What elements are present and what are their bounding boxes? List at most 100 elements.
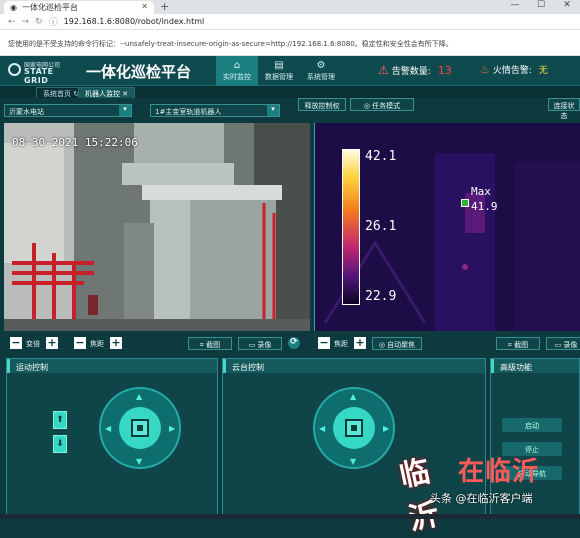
snapshot-button[interactable]: ⌗ 截图 [188, 337, 232, 350]
monitor-icon: ⌂ [233, 60, 241, 71]
ir-focus-out-button[interactable]: − [318, 337, 330, 349]
unsupported-flag-warning: 您使用的是不受支持的命令行标记：--unsafely-treat-insecur… [0, 30, 580, 56]
tab-label: 机器人监控 [85, 90, 120, 98]
main-nav: ⌂ 实时监控 ▤ 数据管理 ⚙ 系统管理 [216, 56, 342, 86]
fire-value: 无 [538, 66, 548, 76]
tab-robot-monitor[interactable]: 机器人监控 ✕ [78, 87, 136, 98]
close-window-icon[interactable]: ✕ [554, 0, 580, 10]
scale-max-label: 42.1 [365, 149, 397, 164]
zoom-out-button[interactable]: − [10, 337, 22, 349]
forward-icon[interactable]: → [22, 17, 30, 27]
temperature-colorbar [342, 149, 360, 305]
new-tab-icon[interactable]: + [160, 0, 169, 13]
release-control-button[interactable]: 释放控制权 [298, 98, 346, 111]
tab-label: 系统首页 [43, 90, 71, 98]
transformer-scene [4, 123, 310, 331]
ir-record-label: 录像 [563, 341, 578, 349]
camera-timestamp: 08-30-2021 15:22:06 [12, 136, 138, 149]
state-grid-logo: 国家电网公司 STATE GRID [8, 60, 80, 85]
clipboard-icon: ▤ [274, 60, 284, 71]
fire-label: 火情告警: [492, 66, 532, 76]
focus-in-button[interactable]: + [110, 337, 122, 349]
alarm-label: 告警数量: [391, 66, 431, 77]
url-text[interactable]: 192.168.1.6:8080/robot/index.html [64, 17, 205, 26]
close-tab-icon[interactable]: ✕ [141, 2, 148, 11]
record-button[interactable]: ▭ 录像 [238, 337, 282, 350]
alarm-count[interactable]: ⚠ 告警数量: 13 [378, 63, 452, 77]
video-icon: ▭ [554, 341, 562, 349]
control-bar: 沂蒙水电站 ▾ 1#主变室轨道机器人 ▾ 释放控制权 ◎ 任务模式 连接状态 [0, 98, 580, 122]
camera-toolbar: − 变倍 + − 焦距 + ⌗ 截图 ▭ 录像 ⟳ − 焦距 + ◎ 自动聚焦 … [0, 334, 580, 354]
scale-min-label: 22.9 [365, 289, 397, 304]
back-icon[interactable]: ← [8, 17, 16, 27]
move-up-button[interactable]: ⬆ [53, 411, 67, 429]
reload-icon[interactable]: ↻ [35, 17, 43, 27]
zoom-in-button[interactable]: + [46, 337, 58, 349]
arrow-right-icon[interactable]: ▶ [169, 424, 175, 433]
visible-camera-view[interactable]: 08-30-2021 15:22:06 [4, 123, 310, 331]
thermal-camera-view[interactable]: 42.1 26.1 22.9 Max 41.9 [314, 123, 580, 331]
ir-snapshot-button[interactable]: ⌗ 截图 [496, 337, 540, 350]
robot-select[interactable]: 1#主变室轨道机器人 ▾ [150, 104, 280, 117]
globe-icon: ◉ [10, 3, 17, 12]
station-select[interactable]: 沂蒙水电站 ▾ [4, 104, 132, 117]
ir-focus-in-button[interactable]: + [354, 337, 366, 349]
nav-data-management[interactable]: ▤ 数据管理 [258, 56, 300, 86]
fire-alarm[interactable]: ♨ 火情告警: 无 [480, 63, 548, 76]
page-tabs: 系统首页 ↻ 机器人监控 ✕ [0, 86, 580, 98]
task-mode-button[interactable]: ◎ 任务模式 [350, 98, 414, 111]
arrow-left-icon[interactable]: ◀ [105, 424, 111, 433]
motion-dpad[interactable]: ▲ ▼ ◀ ▶ [99, 387, 181, 469]
minimize-icon[interactable]: — [502, 0, 528, 10]
flame-icon: ♨ [480, 63, 490, 76]
autofocus-button[interactable]: ◎ 自动聚焦 [372, 337, 422, 350]
arrow-left-icon[interactable]: ◀ [319, 424, 325, 433]
nav-label: 系统管理 [307, 73, 335, 81]
alarm-value: 13 [437, 63, 452, 77]
browser-chrome: ◉ 一体化巡检平台 ✕ + — ☐ ✕ ← → ↻ ⓘ 192.168.1.6:… [0, 0, 580, 30]
video-icon: ▭ [248, 341, 256, 349]
arrow-up-icon[interactable]: ▲ [350, 392, 356, 401]
arrow-up-icon[interactable]: ▲ [136, 392, 142, 401]
target-icon: ◎ [378, 341, 385, 349]
autofocus-label: 自动聚焦 [387, 341, 416, 349]
chevron-down-icon[interactable]: ▾ [119, 105, 131, 116]
close-icon[interactable]: ✕ [122, 90, 128, 98]
nav-realtime-monitor[interactable]: ⌂ 实时监控 [216, 56, 258, 86]
task-mode-label: 任务模式 [372, 102, 401, 110]
browser-tab[interactable]: ◉ 一体化巡检平台 ✕ [4, 1, 154, 14]
state-grid-emblem-icon [8, 63, 21, 76]
start-button[interactable]: 启动 [502, 418, 562, 432]
address-bar[interactable]: ← → ↻ ⓘ 192.168.1.6:8080/robot/index.htm… [0, 14, 580, 30]
logo-text-en: STATE GRID [24, 67, 54, 85]
arrow-down-icon[interactable]: ▼ [350, 457, 356, 466]
motion-control-panel: 运动控制 ⬆ ⬇ ▲ ▼ ◀ ▶ [6, 358, 218, 519]
arrow-down-icon[interactable]: ▼ [136, 457, 142, 466]
zoom-label: 变倍 [26, 340, 40, 348]
warning-triangle-icon: ⚠ [378, 63, 389, 77]
crop-icon: ⌗ [199, 341, 204, 349]
taskbar [0, 514, 580, 519]
move-down-button[interactable]: ⬇ [53, 435, 67, 453]
arrow-right-icon[interactable]: ▶ [383, 424, 389, 433]
ir-record-button[interactable]: ▭ 录像 [546, 337, 580, 350]
info-icon[interactable]: ⓘ [49, 15, 58, 28]
app-header: 国家电网公司 STATE GRID 一体化巡检平台 ⌂ 实时监控 ▤ 数据管理 … [0, 56, 580, 86]
stop-button[interactable] [345, 419, 363, 437]
sync-icon[interactable]: ⟳ [288, 337, 300, 349]
connection-status: 连接状态 [548, 98, 580, 120]
app-title: 一体化巡检平台 [86, 63, 192, 81]
ptz-dpad[interactable]: ▲ ▼ ◀ ▶ [313, 387, 395, 469]
focus-label: 焦距 [90, 340, 104, 348]
nav-system-management[interactable]: ⚙ 系统管理 [300, 56, 342, 86]
panel-title: 高级功能 [491, 359, 579, 373]
watermark-site: 在临沂 [458, 457, 540, 487]
focus-out-button[interactable]: − [74, 337, 86, 349]
target-icon: ◎ [363, 102, 370, 110]
maximize-icon[interactable]: ☐ [528, 0, 554, 10]
stop-button[interactable] [131, 419, 149, 437]
dpad-center [119, 407, 161, 449]
max-value: 41.9 [471, 200, 498, 213]
nav-label: 数据管理 [265, 73, 293, 81]
chevron-down-icon[interactable]: ▾ [267, 105, 279, 116]
